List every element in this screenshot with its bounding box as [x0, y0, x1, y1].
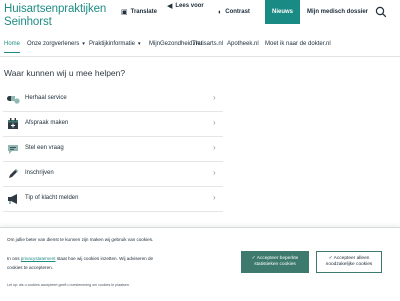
service-label: Herhaal service [25, 95, 67, 101]
cookie-banner: Om jullie beter van dienst te kunnen zij… [0, 227, 400, 301]
nav-label: Apotheek.nl [227, 41, 259, 47]
calendar-icon [8, 118, 18, 129]
translate-label: Translate [130, 9, 157, 15]
page-heading: Waar kunnen wij u mee helpen? [4, 68, 126, 78]
service-afspraak[interactable]: Afspraak maken › [3, 112, 223, 137]
nav-item-home[interactable]: Home [4, 41, 21, 53]
service-list: Herhaal service › Afspraak maken › Stel … [3, 87, 223, 212]
pills-icon [7, 96, 20, 104]
chevron-down-icon: ▼ [81, 41, 86, 46]
contrast-button[interactable]: ◐ Contrast [218, 0, 250, 24]
nav-item-praktijkinformatie[interactable]: Praktijkinformatie ▼ [89, 41, 141, 47]
nav-item-thuisarts[interactable]: Thuisarts.nl [192, 41, 223, 47]
pen-icon [9, 169, 18, 178]
cookie-privacy-text: In ons privacystatement staat hoe wij co… [7, 254, 237, 272]
chevron-right-icon: › [213, 143, 216, 152]
service-inschrijven[interactable]: Inschrijven › [3, 162, 223, 187]
contrast-label: Contrast [225, 9, 250, 15]
nav-label: Moet ik naar de dokter.nl [265, 41, 331, 47]
nieuws-button[interactable]: Nieuws [265, 0, 300, 24]
medisch-dossier-link[interactable]: Mijn medisch dossier [307, 0, 368, 24]
readspeaker-button[interactable]: ◀ Lees voor [167, 0, 204, 12]
translate-icon: ▣ [121, 9, 128, 16]
cookie-text-part: staat hoe wij cookies inzetten. Wij advi… [56, 256, 154, 261]
nav-label: Home [4, 41, 21, 47]
translate-button[interactable]: ▣ Translate [121, 0, 157, 24]
privacystatement-link[interactable]: privacystatement [21, 256, 56, 261]
cookie-note: Let op: als u cookies accepteert geeft u… [7, 283, 130, 287]
service-tip-klacht[interactable]: Tip of klacht melden › [3, 187, 223, 212]
accept-necessary-cookies-button[interactable]: ✓ Accepteer alleen noodzakelijke cookies [316, 251, 382, 273]
nav-item-zorgverleners[interactable]: Onze zorgverleners ▼ [27, 41, 86, 47]
chevron-right-icon: › [213, 118, 216, 127]
chevron-down-icon: ▼ [137, 41, 142, 46]
contrast-icon: ◐ [218, 8, 223, 16]
nav-label: Praktijkinformatie [89, 41, 136, 47]
service-label: Stel een vraag [25, 145, 64, 151]
service-label: Afspraak maken [25, 120, 69, 126]
service-herhaal[interactable]: Herhaal service › [3, 87, 223, 112]
speaker-icon: ◀ [167, 3, 173, 10]
cookie-text-part: In ons [7, 256, 20, 261]
chevron-right-icon: › [213, 193, 216, 202]
search-icon[interactable] [375, 6, 387, 18]
cookie-intro-text: Om jullie beter van dienst te kunnen zij… [7, 237, 154, 242]
site-header: Huisartsenpraktijken Seinhorst ▣ Transla… [0, 0, 400, 36]
chevron-right-icon: › [213, 168, 216, 177]
chat-icon [8, 145, 18, 154]
nav-item-moet-ik-naar-de-dokter[interactable]: Moet ik naar de dokter.nl [265, 41, 331, 47]
nav-label: Onze zorgverleners [27, 41, 80, 47]
main-nav: Home Onze zorgverleners ▼ Praktijkinforma… [0, 38, 400, 57]
megaphone-icon [8, 194, 17, 204]
service-vraag[interactable]: Stel een vraag › [3, 137, 223, 162]
service-label: Tip of klacht melden [25, 195, 79, 201]
nav-label: Thuisarts.nl [192, 41, 224, 47]
readspeaker-label: Lees voor [175, 3, 204, 9]
nav-item-apotheek[interactable]: Apotheek.nl [227, 41, 259, 47]
cookie-text-part: cookies te accepteren. [7, 265, 53, 270]
service-label: Inschrijven [25, 170, 54, 176]
accept-stats-cookies-button[interactable]: ✓ Accepteer beperkte statistieken cookie… [241, 251, 309, 273]
chevron-right-icon: › [213, 93, 216, 102]
